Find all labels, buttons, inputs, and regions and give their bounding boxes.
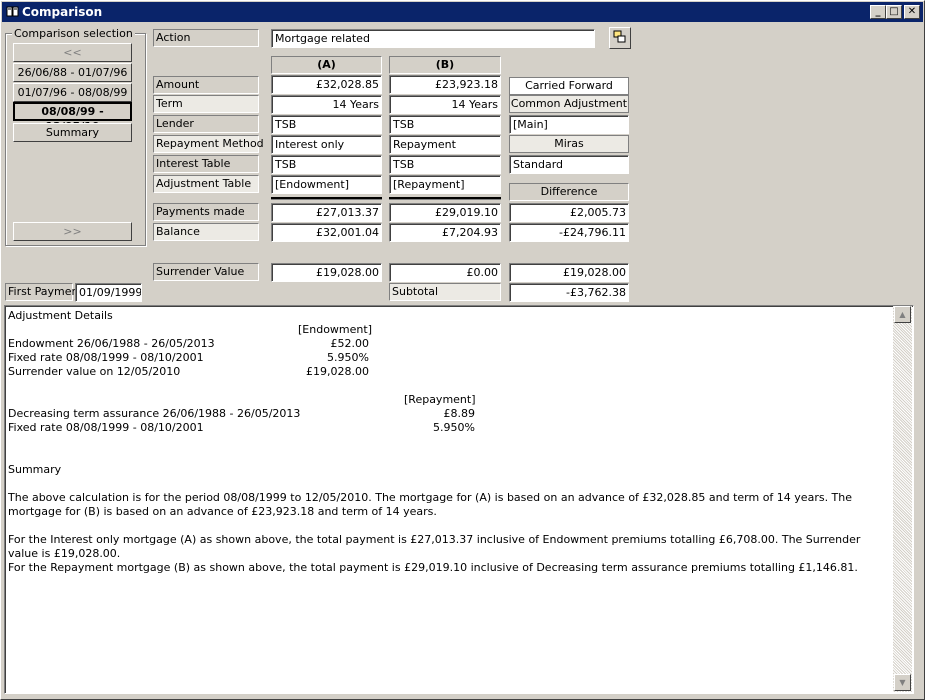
payments-b-field[interactable]: £29,019.10	[389, 203, 501, 222]
title-bar[interactable]: Comparison	[2, 2, 923, 22]
payments-difference-field[interactable]: £2,005.73	[509, 203, 629, 222]
period-2-button[interactable]: 01/07/96 - 08/08/99	[13, 83, 132, 102]
interest-table-a-field[interactable]: TSB	[271, 155, 382, 174]
repayment-row-1-value: £8.89	[443, 407, 476, 420]
adjustment-table-b-field[interactable]: [Repayment]	[389, 175, 501, 194]
column-a-header: (A)	[271, 56, 382, 74]
amount-b-field[interactable]: £23,923.18	[389, 75, 501, 94]
standard-field[interactable]: Standard	[509, 155, 629, 174]
surrender-difference-field[interactable]: £19,028.00	[509, 263, 629, 282]
repayment-method-label: Repayment Method	[153, 135, 264, 153]
details-scrollbar[interactable]	[893, 306, 912, 692]
close-button[interactable]: ✕	[904, 5, 920, 19]
subtotal-label: Subtotal	[389, 283, 501, 301]
endowment-row-2-value: 5.950%	[327, 351, 369, 364]
term-a-field[interactable]: 14 Years	[271, 95, 382, 114]
repayment-row-1-label: Decreasing term assurance 26/06/1988 - 2…	[8, 407, 301, 420]
surrender-b-field[interactable]: £0.00	[389, 263, 501, 282]
first-payment-label: First Payment	[5, 283, 83, 301]
endowment-row-3-value: £19,028.00	[306, 365, 369, 378]
endowment-row-1-label: Endowment 26/06/1988 - 26/05/2013	[8, 337, 215, 350]
scroll-down-icon: ▼	[899, 678, 906, 687]
balance-a-field[interactable]: £32,001.04	[271, 223, 382, 242]
lookup-button[interactable]	[609, 27, 631, 49]
comparison-selection-title: Comparison selection	[12, 27, 135, 40]
carried-forward-box[interactable]: Carried Forward	[509, 77, 629, 95]
separator-a	[271, 197, 382, 200]
adjustment-details-memo[interactable]: Adjustment Details [Endowment] Endowment…	[4, 305, 914, 694]
window-title: Comparison	[22, 5, 103, 19]
next-button[interactable]: >>	[13, 222, 132, 241]
first-payment-field[interactable]: 01/09/1999	[75, 283, 142, 302]
minimize-button[interactable]: _	[870, 5, 886, 19]
repayment-row-2-label: Fixed rate 08/08/1999 - 08/10/2001	[8, 421, 204, 434]
period-1-button[interactable]: 26/06/88 - 01/07/96	[13, 63, 132, 82]
payments-a-field[interactable]: £27,013.37	[271, 203, 382, 222]
close-icon: ✕	[907, 6, 917, 17]
endowment-row-1-value: £52.00	[330, 337, 370, 350]
payments-made-label: Payments made	[153, 203, 259, 221]
maximize-icon: □	[889, 6, 899, 17]
summary-button[interactable]: Summary	[13, 123, 132, 142]
balance-difference-field[interactable]: -£24,796.11	[509, 223, 629, 242]
term-b-field[interactable]: 14 Years	[389, 95, 501, 114]
balance-b-field[interactable]: £7,204.93	[389, 223, 501, 242]
repayment-method-a-field[interactable]: Interest only	[271, 135, 382, 154]
lookup-icon	[613, 30, 626, 43]
lender-a-field[interactable]: TSB	[271, 115, 382, 134]
surrender-a-field[interactable]: £19,028.00	[271, 263, 382, 282]
minimize-icon: _	[875, 6, 881, 17]
miras-box[interactable]: Miras	[509, 135, 629, 153]
separator-b	[389, 197, 501, 200]
scroll-down-button[interactable]: ▼	[894, 674, 911, 691]
scroll-up-button[interactable]: ▲	[894, 306, 911, 323]
balance-label: Balance	[153, 223, 259, 241]
summary-paragraph-3: For the Repayment mortgage (B) as shown …	[8, 561, 858, 574]
amount-a-field[interactable]: £32,028.85	[271, 75, 382, 94]
period-3-button[interactable]: 08/08/99 - 12/05/10	[13, 102, 132, 133]
endowment-row-3-label: Surrender value on 12/05/2010	[8, 365, 181, 378]
adjustment-table-a-field[interactable]: [Endowment]	[271, 175, 382, 194]
repayment-method-b-field[interactable]: Repayment	[389, 135, 501, 154]
endowment-header: [Endowment]	[298, 323, 372, 336]
amount-label: Amount	[153, 76, 259, 94]
action-label: Action	[153, 29, 259, 47]
prev-button[interactable]: <<	[13, 43, 132, 62]
interest-table-b-field[interactable]: TSB	[389, 155, 501, 174]
surrender-value-label: Surrender Value	[153, 263, 259, 281]
term-label: Term	[153, 95, 259, 113]
interest-table-label: Interest Table	[153, 155, 259, 173]
summary-heading: Summary	[8, 463, 62, 476]
repayment-row-2-value: 5.950%	[433, 421, 475, 434]
common-adjustment-box[interactable]: Common Adjustment	[509, 95, 629, 113]
difference-header: Difference	[509, 183, 629, 201]
details-heading: Adjustment Details	[8, 309, 113, 322]
column-b-header: (B)	[389, 56, 501, 74]
window-app-icon	[6, 6, 19, 17]
summary-paragraph-1: The above calculation is for the period …	[8, 491, 853, 518]
adjustment-table-label: Adjustment Table	[153, 175, 259, 193]
repayment-header: [Repayment]	[404, 393, 476, 406]
action-field[interactable]: Mortgage related	[271, 29, 595, 48]
lender-b-field[interactable]: TSB	[389, 115, 501, 134]
main-field[interactable]: [Main]	[509, 115, 629, 134]
lender-label: Lender	[153, 115, 259, 133]
maximize-button[interactable]: □	[886, 5, 902, 19]
summary-paragraph-2: For the Interest only mortgage (A) as sh…	[8, 533, 861, 560]
scroll-up-icon: ▲	[899, 310, 906, 319]
endowment-row-2-label: Fixed rate 08/08/1999 - 08/10/2001	[8, 351, 204, 364]
subtotal-field[interactable]: -£3,762.38	[509, 283, 629, 302]
